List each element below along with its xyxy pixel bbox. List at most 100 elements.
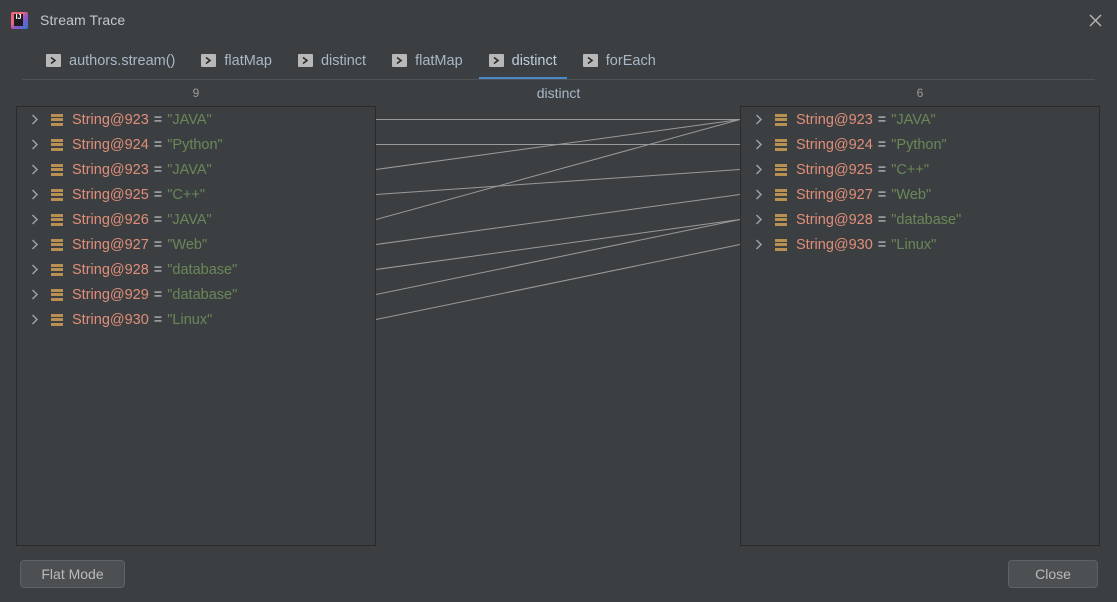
- object-value: "database": [167, 261, 238, 278]
- object-name: String@924: [796, 136, 873, 153]
- tab-label: forEach: [605, 52, 656, 69]
- equals-sign: =: [877, 111, 887, 128]
- string-object-icon: [51, 163, 63, 176]
- tab-label: distinct: [511, 52, 557, 69]
- tab-flatmap-1[interactable]: flatMap: [191, 42, 282, 79]
- string-object-icon: [51, 213, 63, 226]
- chevron-right-icon[interactable]: [751, 114, 767, 125]
- link-line: [376, 119, 740, 220]
- object-value: "Python": [167, 136, 223, 153]
- object-name: String@925: [72, 186, 149, 203]
- string-object-icon: [775, 138, 787, 151]
- value-row[interactable]: String@930 = "Linux": [17, 307, 375, 332]
- tab-distinct-4[interactable]: distinct: [478, 42, 567, 79]
- tab-label: flatMap: [224, 52, 272, 69]
- tab-foreach-5[interactable]: forEach: [573, 42, 666, 79]
- equals-sign: =: [153, 236, 163, 253]
- stream-step-icon: [201, 54, 217, 67]
- value-row[interactable]: String@923 = "JAVA": [17, 107, 375, 132]
- chevron-right-icon[interactable]: [751, 139, 767, 150]
- object-value: "C++": [891, 161, 929, 178]
- chevron-right-icon[interactable]: [751, 239, 767, 250]
- value-mapping-links: [376, 119, 740, 320]
- tab-distinct-2[interactable]: distinct: [288, 42, 376, 79]
- chevron-right-icon[interactable]: [751, 164, 767, 175]
- object-name: String@930: [796, 236, 873, 253]
- after-values-panel[interactable]: String@923 = "JAVA" String@924 = "Python" Stri…: [740, 106, 1100, 546]
- chevron-right-icon[interactable]: [27, 189, 43, 200]
- window-title: Stream Trace: [40, 12, 126, 28]
- link-line: [376, 244, 740, 320]
- object-value: "Web": [167, 236, 208, 253]
- object-name: String@923: [72, 161, 149, 178]
- string-object-icon: [775, 113, 787, 126]
- string-object-icon: [51, 288, 63, 301]
- chevron-right-icon[interactable]: [27, 239, 43, 250]
- stream-step-icon: [582, 54, 598, 67]
- chevron-right-icon[interactable]: [27, 289, 43, 300]
- object-value: "database": [167, 286, 238, 303]
- string-object-icon: [775, 238, 787, 251]
- equals-sign: =: [153, 186, 163, 203]
- tab-label: flatMap: [415, 52, 463, 69]
- close-button[interactable]: Close: [1008, 560, 1098, 588]
- object-value: "Linux": [167, 311, 213, 328]
- chevron-right-icon[interactable]: [751, 189, 767, 200]
- object-name: String@929: [72, 286, 149, 303]
- string-object-icon: [51, 113, 63, 126]
- value-row[interactable]: String@928 = "database": [17, 257, 375, 282]
- object-value: "Web": [891, 186, 932, 203]
- equals-sign: =: [877, 161, 887, 178]
- equals-sign: =: [877, 136, 887, 153]
- value-row[interactable]: String@923 = "JAVA": [741, 107, 1099, 132]
- chevron-right-icon[interactable]: [751, 214, 767, 225]
- object-name: String@928: [796, 211, 873, 228]
- tab-authorsstream-0[interactable]: authors.stream(): [36, 42, 185, 79]
- value-row[interactable]: String@927 = "Web": [17, 232, 375, 257]
- chevron-right-icon[interactable]: [27, 214, 43, 225]
- equals-sign: =: [153, 136, 163, 153]
- object-name: String@923: [72, 111, 149, 128]
- value-row[interactable]: String@925 = "C++": [741, 157, 1099, 182]
- value-row[interactable]: String@930 = "Linux": [741, 232, 1099, 257]
- stream-step-icon: [488, 54, 504, 67]
- string-object-icon: [51, 238, 63, 251]
- close-icon[interactable]: [1083, 8, 1107, 32]
- equals-sign: =: [877, 186, 887, 203]
- link-line: [376, 194, 740, 245]
- string-object-icon: [51, 263, 63, 276]
- tab-label: authors.stream(): [69, 52, 176, 69]
- object-name: String@927: [796, 186, 873, 203]
- stream-step-icon: [46, 54, 61, 67]
- tab-label: distinct: [320, 52, 367, 69]
- chevron-right-icon[interactable]: [27, 114, 43, 125]
- object-name: String@927: [72, 236, 149, 253]
- value-row[interactable]: String@928 = "database": [741, 207, 1099, 232]
- value-row[interactable]: String@929 = "database": [17, 282, 375, 307]
- before-values-panel[interactable]: String@923 = "JAVA" String@924 = "Python" Stri…: [16, 106, 376, 546]
- equals-sign: =: [877, 236, 887, 253]
- object-value: "database": [891, 211, 962, 228]
- value-row[interactable]: String@924 = "Python": [741, 132, 1099, 157]
- value-row[interactable]: String@924 = "Python": [17, 132, 375, 157]
- chevron-right-icon[interactable]: [27, 264, 43, 275]
- object-value: "Linux": [891, 236, 937, 253]
- equals-sign: =: [153, 311, 163, 328]
- link-line: [376, 169, 740, 195]
- intellij-idea-icon: IJ: [11, 11, 28, 29]
- chevron-right-icon[interactable]: [27, 164, 43, 175]
- chevron-right-icon[interactable]: [27, 139, 43, 150]
- chevron-right-icon[interactable]: [27, 314, 43, 325]
- value-row[interactable]: String@926 = "JAVA": [17, 207, 375, 232]
- value-row[interactable]: String@923 = "JAVA": [17, 157, 375, 182]
- stream-step-icon: [392, 54, 408, 67]
- value-row[interactable]: String@927 = "Web": [741, 182, 1099, 207]
- equals-sign: =: [153, 161, 163, 178]
- string-object-icon: [775, 163, 787, 176]
- intellij-idea-icon-text: IJ: [14, 13, 23, 26]
- string-object-icon: [775, 188, 787, 201]
- tab-flatmap-3[interactable]: flatMap: [382, 42, 473, 79]
- flat-mode-button[interactable]: Flat Mode: [20, 560, 125, 588]
- value-row[interactable]: String@925 = "C++": [17, 182, 375, 207]
- object-name: String@923: [796, 111, 873, 128]
